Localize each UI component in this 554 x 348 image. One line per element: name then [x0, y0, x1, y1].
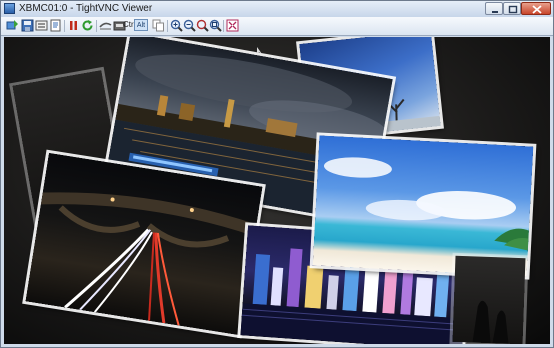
- fullscreen-icon[interactable]: [226, 19, 239, 32]
- toolbar-separator: [223, 20, 224, 32]
- remote-desktop-viewport[interactable]: [4, 37, 550, 344]
- toolbar: Ctrl Alt: [1, 17, 553, 36]
- window-title: XBMC01:0 - TightVNC Viewer: [19, 3, 153, 14]
- pause-icon[interactable]: [67, 19, 80, 32]
- toolbar-separator: [167, 20, 168, 32]
- vnc-viewer-window: XBMC01:0 - TightVNC Viewer Ctrl Alt: [0, 0, 554, 348]
- copy-clipboard-icon[interactable]: [152, 19, 165, 32]
- maximize-button[interactable]: [503, 2, 521, 15]
- mouse-cursor-icon: [257, 47, 262, 54]
- refresh-icon[interactable]: [81, 19, 94, 32]
- info-icon[interactable]: [49, 19, 62, 32]
- zoom-100-icon[interactable]: [196, 19, 209, 32]
- zoom-out-icon[interactable]: [183, 19, 196, 32]
- transfer-icon[interactable]: [99, 19, 112, 32]
- zoom-fit-icon[interactable]: [209, 19, 222, 32]
- maximize-icon: [508, 5, 518, 14]
- title-bar[interactable]: XBMC01:0 - TightVNC Viewer: [1, 1, 553, 17]
- photo-dark-right: [452, 255, 526, 344]
- alt-key-button[interactable]: Alt: [134, 19, 148, 31]
- save-icon[interactable]: [21, 19, 34, 32]
- new-connection-icon[interactable]: [6, 19, 19, 32]
- minimize-button[interactable]: [485, 2, 503, 15]
- close-button[interactable]: [521, 2, 551, 15]
- photo-beach-lagoon: [312, 135, 534, 277]
- toolbar-separator: [96, 20, 97, 32]
- toolbar-separator: [64, 20, 65, 32]
- minimize-icon: [492, 11, 498, 13]
- zoom-in-icon[interactable]: [170, 19, 183, 32]
- vnc-app-icon[interactable]: [4, 3, 15, 14]
- options-icon[interactable]: [35, 19, 48, 32]
- close-icon: [532, 5, 542, 14]
